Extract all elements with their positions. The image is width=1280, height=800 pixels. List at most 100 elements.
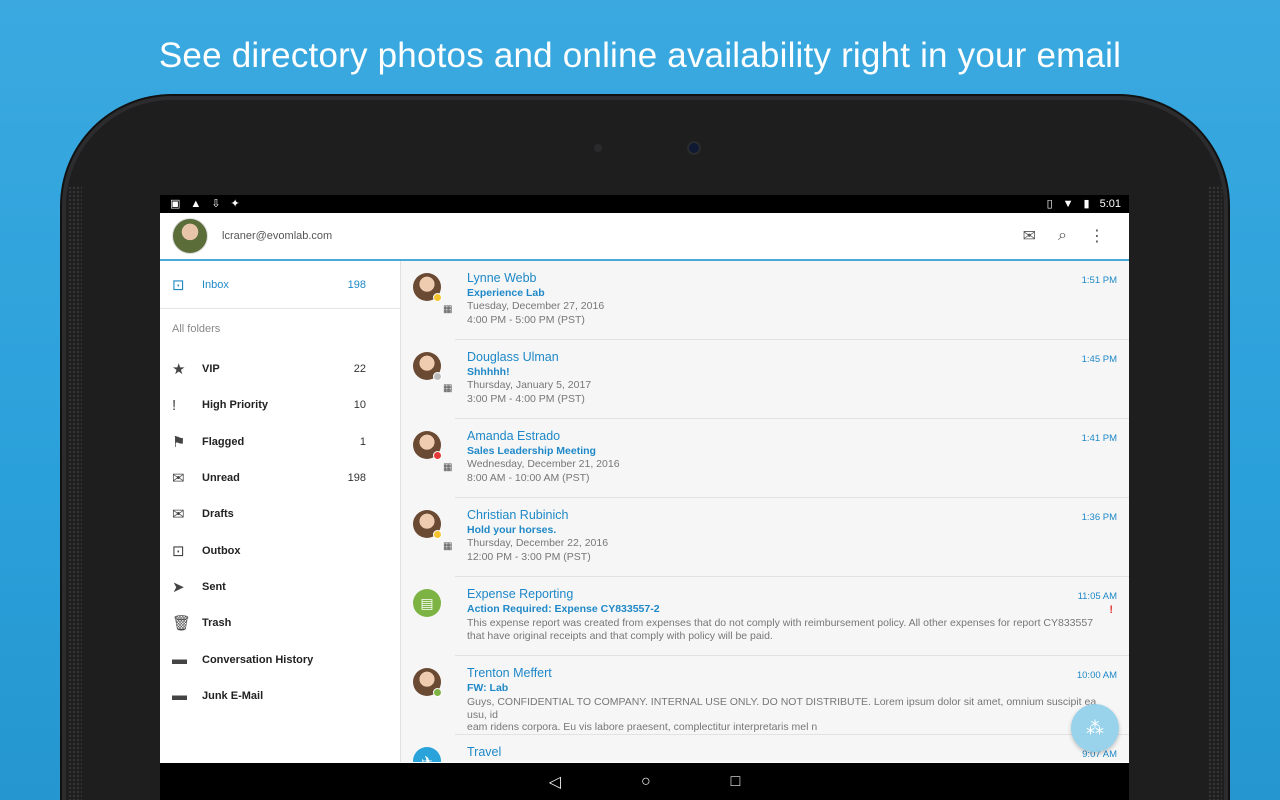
message-time: 1:36 PM [1081,512,1117,523]
message-item[interactable]: Trenton Meffert FW: Lab Guys, CONFIDENTIAL… [401,656,1129,735]
sender-name: Amanda Estrado [467,429,561,443]
message-item[interactable]: ▤ Expense Reporting Action Required: Expen… [401,577,1129,656]
expense-report-icon: ▤ [413,589,441,617]
message-time: 1:45 PM [1081,354,1117,365]
all-folders-heading: All folders [172,323,221,335]
event-date: Wednesday, December 21, 2016 [467,458,620,470]
message-item[interactable]: Amanda Estrado Sales Leadership Meeting ▦ W… [401,419,1129,498]
folder-sidebar: ⊡ Inbox 198 All folders ★ VIP 22! High Prio… [160,261,401,762]
vibrate-icon: ▯ [1046,197,1053,210]
drafts-icon: ✉ [172,506,185,524]
flag-icon: ⚑ [172,433,186,451]
presence-indicator [433,293,442,302]
message-time: 11:05 AM [1077,591,1117,602]
sidebar-item-label: Trash [202,617,232,630]
message-time: 1:41 PM [1081,433,1117,444]
sender-name: Travel [467,745,502,759]
event-time: 8:00 AM - 10:00 AM (PST) [467,472,590,484]
avatar[interactable] [172,218,208,254]
subject: Shhhhh! [467,366,510,378]
battery-icon: ▮ [1083,197,1090,210]
envelope-icon: ✉ [172,470,185,488]
sidebar-item-label: High Priority [202,399,269,412]
presence-indicator [433,372,442,381]
calendar-icon: ▦ [443,383,453,394]
presence-indicator [433,451,442,460]
subject: Sales Leadership Meeting [467,445,596,457]
sender-name: Trenton Meffert [467,666,552,680]
event-time: 4:00 PM - 5:00 PM (PST) [467,314,585,326]
sidebar-item-inbox[interactable]: ⊡ Inbox 198 [160,261,400,309]
sidebar-item-outbox[interactable]: ⊡ Outbox [160,532,400,568]
sender-name: Expense Reporting [467,587,574,601]
message-time: 1:51 PM [1081,275,1117,286]
message-item[interactable]: Lynne Webb Experience Lab ▦ Tuesday, Decemb… [401,261,1129,340]
sidebar-item-label: Sent [202,580,226,593]
android-icon: ✦ [230,197,240,210]
sidebar-item-flagged[interactable]: ⚑ Flagged 1 [160,424,400,460]
sidebar-item-vip[interactable]: ★ VIP 22 [160,351,400,387]
sidebar-item-count: 10 [353,399,366,412]
outbox-icon: ⊡ [172,542,185,560]
app-bar: lcraner@evomlab.com ✉ ⌕ ⋮ [160,213,1129,261]
folder-icon: ▬ [172,651,187,669]
search-icon[interactable]: ⌕ [1058,227,1067,245]
message-item[interactable]: Christian Rubinich Hold your horses. ▦ Thur… [401,498,1129,577]
image-icon: ▣ [170,197,181,210]
sidebar-item-count: 1 [359,435,366,448]
sidebar-item-sent[interactable]: ➤ Sent [160,569,400,605]
sidebar-item-count: 198 [347,472,366,485]
sidebar-item-drafts[interactable]: ✉ Drafts [160,496,400,532]
sidebar-item-high-priority[interactable]: ! High Priority 10 [160,387,400,423]
wifi-icon: ▼ [1062,197,1074,210]
recents-icon[interactable]: □ [731,773,741,791]
sidebar-item-label: Drafts [202,508,234,521]
status-bar: ▣ ▲ ⇩ ✦ ▯ ▼ ▮ 5:01 [160,195,1129,213]
blackberry-fab-button[interactable]: ⁂ [1071,704,1119,752]
sidebar-item-label: Conversation History [202,653,314,666]
account-email[interactable]: lcraner@evomlab.com [222,230,1023,242]
message-item[interactable]: Douglass Ulman Shhhhh! ▦ Thursday, January … [401,340,1129,419]
sidebar-item-unread[interactable]: ✉ Unread 198 [160,460,400,496]
navigation-bar: ◁ ○ □ [160,763,1129,800]
speaker-grille-right [1208,186,1222,800]
more-icon[interactable]: ⋮ [1089,226,1105,246]
send-icon: ➤ [172,578,185,596]
headline: See directory photos and online availabi… [158,36,1122,75]
home-icon[interactable]: ○ [641,773,651,791]
sidebar-item-label: Inbox [202,278,229,291]
sender-name: Christian Rubinich [467,508,569,522]
sidebar-item-label: VIP [202,363,220,376]
sidebar-item-label: Flagged [202,435,245,448]
sidebar-item-label: Outbox [202,544,241,557]
exclamation-icon: ! [172,396,177,414]
subject: FW: Lab [467,682,509,694]
sidebar-item-count: 22 [353,363,366,376]
sensor-dot [594,144,602,152]
sender-name: Lynne Webb [467,271,537,285]
back-icon[interactable]: ◁ [549,772,561,792]
sidebar-item-conversation-history[interactable]: ▬ Conversation History [160,641,400,677]
device-screen: ▣ ▲ ⇩ ✦ ▯ ▼ ▮ 5:01 lcraner@evomlab.com ✉… [160,195,1129,800]
sender-name: Douglass Ulman [467,350,559,364]
presence-indicator [433,530,442,539]
message-list: Lynne Webb Experience Lab ▦ Tuesday, Decemb… [401,261,1129,762]
event-date: Tuesday, December 27, 2016 [467,300,605,312]
sidebar-item-trash[interactable]: 🗑 Trash [160,605,400,641]
sidebar-item-junk-e-mail[interactable]: ▬ Junk E-Mail [160,678,400,714]
download-icon: ⇩ [211,197,221,210]
calendar-icon: ▦ [443,462,453,473]
message-preview: This expense report was created from exp… [467,617,1094,642]
inbox-icon: ⊡ [172,276,185,294]
sidebar-item-count: 198 [347,278,366,291]
message-time: 10:00 AM [1076,670,1117,681]
trash-icon: 🗑 [172,615,192,633]
travel-icon: ✈ [413,747,441,762]
message-item[interactable]: ✈ Travel 9:07 AM [401,735,1129,762]
calendar-icon: ▦ [443,304,453,315]
subject: Action Required: Expense CY833557-2 [467,603,660,615]
clock: 5:01 [1099,198,1121,210]
event-date: Thursday, January 5, 2017 [467,379,592,391]
message-preview: Guys, CONFIDENTIAL TO COMPANY. INTERNAL … [467,696,1097,733]
compose-icon[interactable]: ✉ [1023,226,1036,246]
